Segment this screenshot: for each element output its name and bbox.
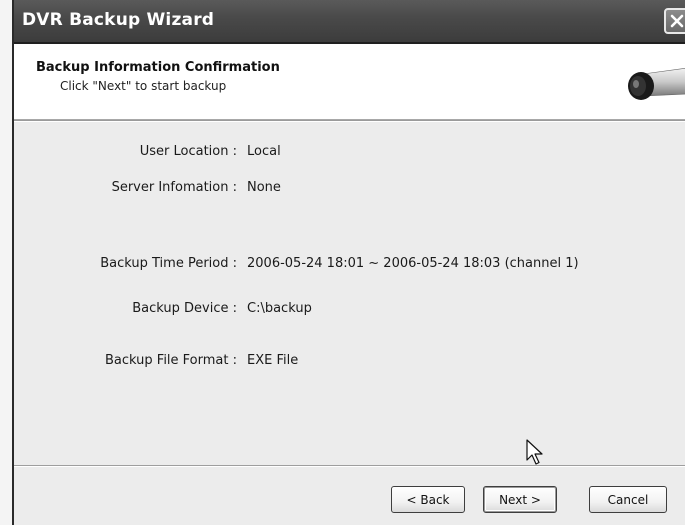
wizard-footer: < Back Next > Cancel [14,467,685,525]
page-subtitle: Click "Next" to start backup [60,79,227,93]
title-bar[interactable]: DVR Backup Wizard [14,0,685,44]
mouse-pointer-icon [526,439,543,465]
backup-device-label: Backup Device : [132,301,237,316]
wizard-header: Backup Information Confirmation Click "N… [14,44,685,120]
server-information-row: Server Infomation : None [14,180,685,198]
close-button[interactable] [664,8,685,34]
backup-file-format-value: EXE File [247,353,299,368]
backup-file-format-label: Backup File Format : [105,353,237,368]
cancel-button[interactable]: Cancel [589,486,667,513]
window-title: DVR Backup Wizard [22,10,215,30]
page-title: Backup Information Confirmation [36,60,280,75]
next-button[interactable]: Next > [483,486,557,513]
backup-device-value: C:\backup [247,301,312,316]
user-location-label: User Location : [139,144,237,159]
back-button[interactable]: < Back [391,486,465,513]
server-information-value: None [247,180,281,195]
user-location-value: Local [247,144,281,159]
server-information-label: Server Infomation : [111,180,237,195]
dvr-backup-wizard-window: DVR Backup Wizard Backup Information Con… [12,0,685,525]
camera-icon [628,67,685,100]
backup-time-period-label: Backup Time Period : [100,256,237,271]
backup-device-row: Backup Device : C:\backup [14,301,685,319]
backup-time-period-value: 2006-05-24 18:01 ~ 2006-05-24 18:03 (cha… [247,256,579,271]
close-icon [670,14,684,28]
backup-time-period-row: Backup Time Period : 2006-05-24 18:01 ~ … [14,256,685,274]
user-location-row: User Location : Local [14,144,685,162]
backup-file-format-row: Backup File Format : EXE File [14,353,685,371]
confirmation-panel: User Location : Local Server Infomation … [14,122,685,465]
